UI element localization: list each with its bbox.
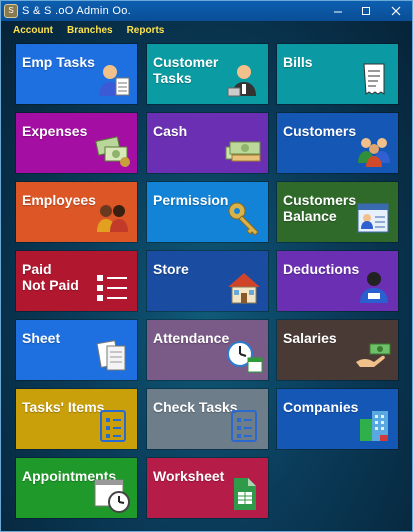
customer-task-icon [224, 60, 264, 100]
tile-cash[interactable]: Cash [147, 113, 268, 173]
app-window: S S & S .oO Admin Oo. Account Branches R… [0, 0, 413, 532]
tile-label: Expenses [22, 123, 88, 139]
tile-sheet[interactable]: Sheet [16, 320, 137, 380]
close-icon[interactable] [380, 1, 412, 21]
tile-salaries[interactable]: Salaries [277, 320, 398, 380]
minimize-icon[interactable] [324, 1, 352, 21]
tile-attendance[interactable]: Attendance [147, 320, 268, 380]
tile-label: Paid Not Paid [22, 261, 79, 293]
tile-label: Worksheet [153, 468, 225, 484]
tile-tasks-items[interactable]: Tasks' Items [16, 389, 137, 449]
tile-appointments[interactable]: Appointments [16, 458, 137, 518]
tile-customer-tasks[interactable]: Customer Tasks [147, 44, 268, 104]
tile-label: Customers [283, 123, 357, 139]
tile-bills[interactable]: Bills [277, 44, 398, 104]
tile-label: Attendance [153, 330, 230, 346]
tile-label: Salaries [283, 330, 337, 346]
check-tasks-icon [224, 405, 264, 445]
window-title: S & S .oO Admin Oo. [22, 5, 132, 17]
tile-permission[interactable]: Permission [147, 182, 268, 242]
attendance-clock-icon [224, 336, 264, 376]
tile-customers[interactable]: Customers [277, 113, 398, 173]
tile-label: Customer Tasks [153, 54, 219, 86]
tile-label: Bills [283, 54, 313, 70]
store-house-icon [224, 267, 264, 307]
sheet-documents-icon [93, 336, 133, 376]
tile-label: Sheet [22, 330, 61, 346]
tile-label: Emp Tasks [22, 54, 95, 70]
company-building-icon [354, 405, 394, 445]
expenses-icon [93, 129, 133, 169]
tile-label: Employees [22, 192, 96, 208]
tile-emp-tasks[interactable]: Emp Tasks [16, 44, 137, 104]
key-icon [224, 198, 264, 238]
customer-balance-icon [354, 198, 394, 238]
title-bar[interactable]: S S & S .oO Admin Oo. [1, 1, 412, 21]
menu-bar: Account Branches Reports [1, 21, 412, 39]
tile-label: Store [153, 261, 189, 277]
menu-reports[interactable]: Reports [127, 25, 165, 36]
worksheet-file-icon [224, 474, 264, 514]
employees-group-icon [93, 198, 133, 238]
tile-label: Companies [283, 399, 359, 415]
tile-expenses[interactable]: Expenses [16, 113, 137, 173]
tile-label: Permission [153, 192, 229, 208]
task-items-icon [93, 405, 133, 445]
tile-label: Deductions [283, 261, 360, 277]
deductions-person-icon [354, 267, 394, 307]
tile-label: Cash [153, 123, 188, 139]
salary-payment-icon [354, 336, 394, 376]
tile-employees[interactable]: Employees [16, 182, 137, 242]
tile-store[interactable]: Store [147, 251, 268, 311]
tile-paid-not-paid[interactable]: Paid Not Paid [16, 251, 137, 311]
menu-account[interactable]: Account [13, 25, 53, 36]
paid-checklist-icon [93, 267, 133, 307]
appointment-calendar-icon [93, 474, 133, 514]
employee-task-icon [93, 60, 133, 100]
tile-label: Customers Balance [283, 192, 357, 224]
tile-check-tasks[interactable]: Check Tasks [147, 389, 268, 449]
cash-stack-icon [224, 129, 264, 169]
tile-companies[interactable]: Companies [277, 389, 398, 449]
tile-customers-balance[interactable]: Customers Balance [277, 182, 398, 242]
customers-group-icon [354, 129, 394, 169]
window-controls [324, 1, 412, 21]
tile-deductions[interactable]: Deductions [277, 251, 398, 311]
app-logo-icon: S [4, 4, 18, 18]
menu-branches[interactable]: Branches [67, 25, 113, 36]
bill-receipt-icon [354, 60, 394, 100]
tile-worksheet[interactable]: Worksheet [147, 458, 268, 518]
maximize-icon[interactable] [352, 1, 380, 21]
